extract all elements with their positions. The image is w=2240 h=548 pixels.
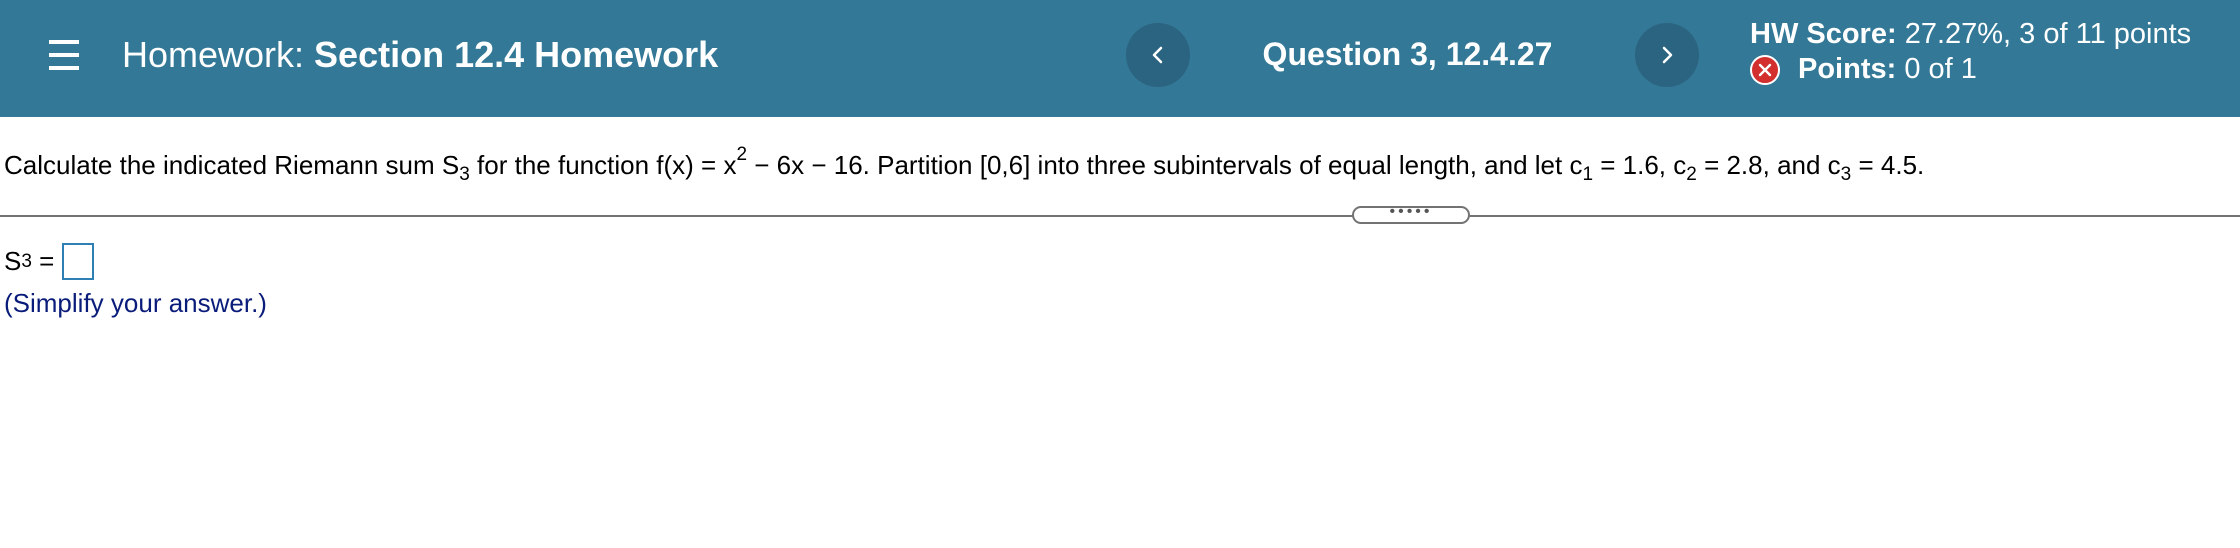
problem-subscript: 1 [1582,164,1594,185]
chevron-right-icon [1662,46,1673,64]
answer-input[interactable] [62,243,95,280]
section-divider [0,215,2240,217]
answer-row: S3 = [4,243,95,280]
problem-subscript: 3 [459,164,470,185]
hamburger-menu-icon[interactable] [49,38,79,72]
problem-text: = 1.6, c [1593,150,1687,180]
problem-subscript: 3 [1840,164,1852,185]
points-value: 0 of 1 [1904,53,1977,85]
problem-statement: Calculate the indicated Riemann sum S3 f… [4,145,1925,184]
expand-toggle-button[interactable]: ••••• [1352,203,1470,224]
problem-superscript: 2 [736,144,748,165]
homework-title-prefix: Homework: [122,34,305,75]
problem-subscript: 2 [1686,164,1697,185]
problem-text: for the function f(x) = x [469,150,737,180]
hw-score-value: 27.27%, 3 of 11 points [1904,18,2192,50]
simplify-hint: (Simplify your answer.) [4,288,267,318]
homework-title-name: Section 12.4 Homework [314,34,719,75]
x-circle-icon [1750,54,1780,85]
top-bar: Homework: Section 12.4 Homework Question … [0,0,2240,117]
expander-dots: ••••• [1389,203,1433,220]
hw-score-label: HW Score: [1750,18,1897,50]
question-label: Question 3, 12.4.27 [1262,36,1553,72]
points-label: Points: [1798,53,1897,85]
problem-text: = 2.8, and c [1696,150,1841,180]
problem-text: − 6x − 16. Partition [0,6] into three su… [747,150,1583,180]
problem-text: Calculate the indicated Riemann sum S [4,150,460,180]
answer-equals: = [39,246,55,276]
answer-variable: S [4,246,22,276]
problem-text: = 4.5. [1851,150,1925,180]
next-question-button[interactable] [1635,23,1699,87]
homework-title: Homework: Section 12.4 Homework [122,34,718,76]
chevron-left-icon [1152,46,1163,64]
hw-score: HW Score: 27.27%, 3 of 11 points [1750,18,2191,51]
points-status: Points: 0 of 1 [1750,53,1977,86]
